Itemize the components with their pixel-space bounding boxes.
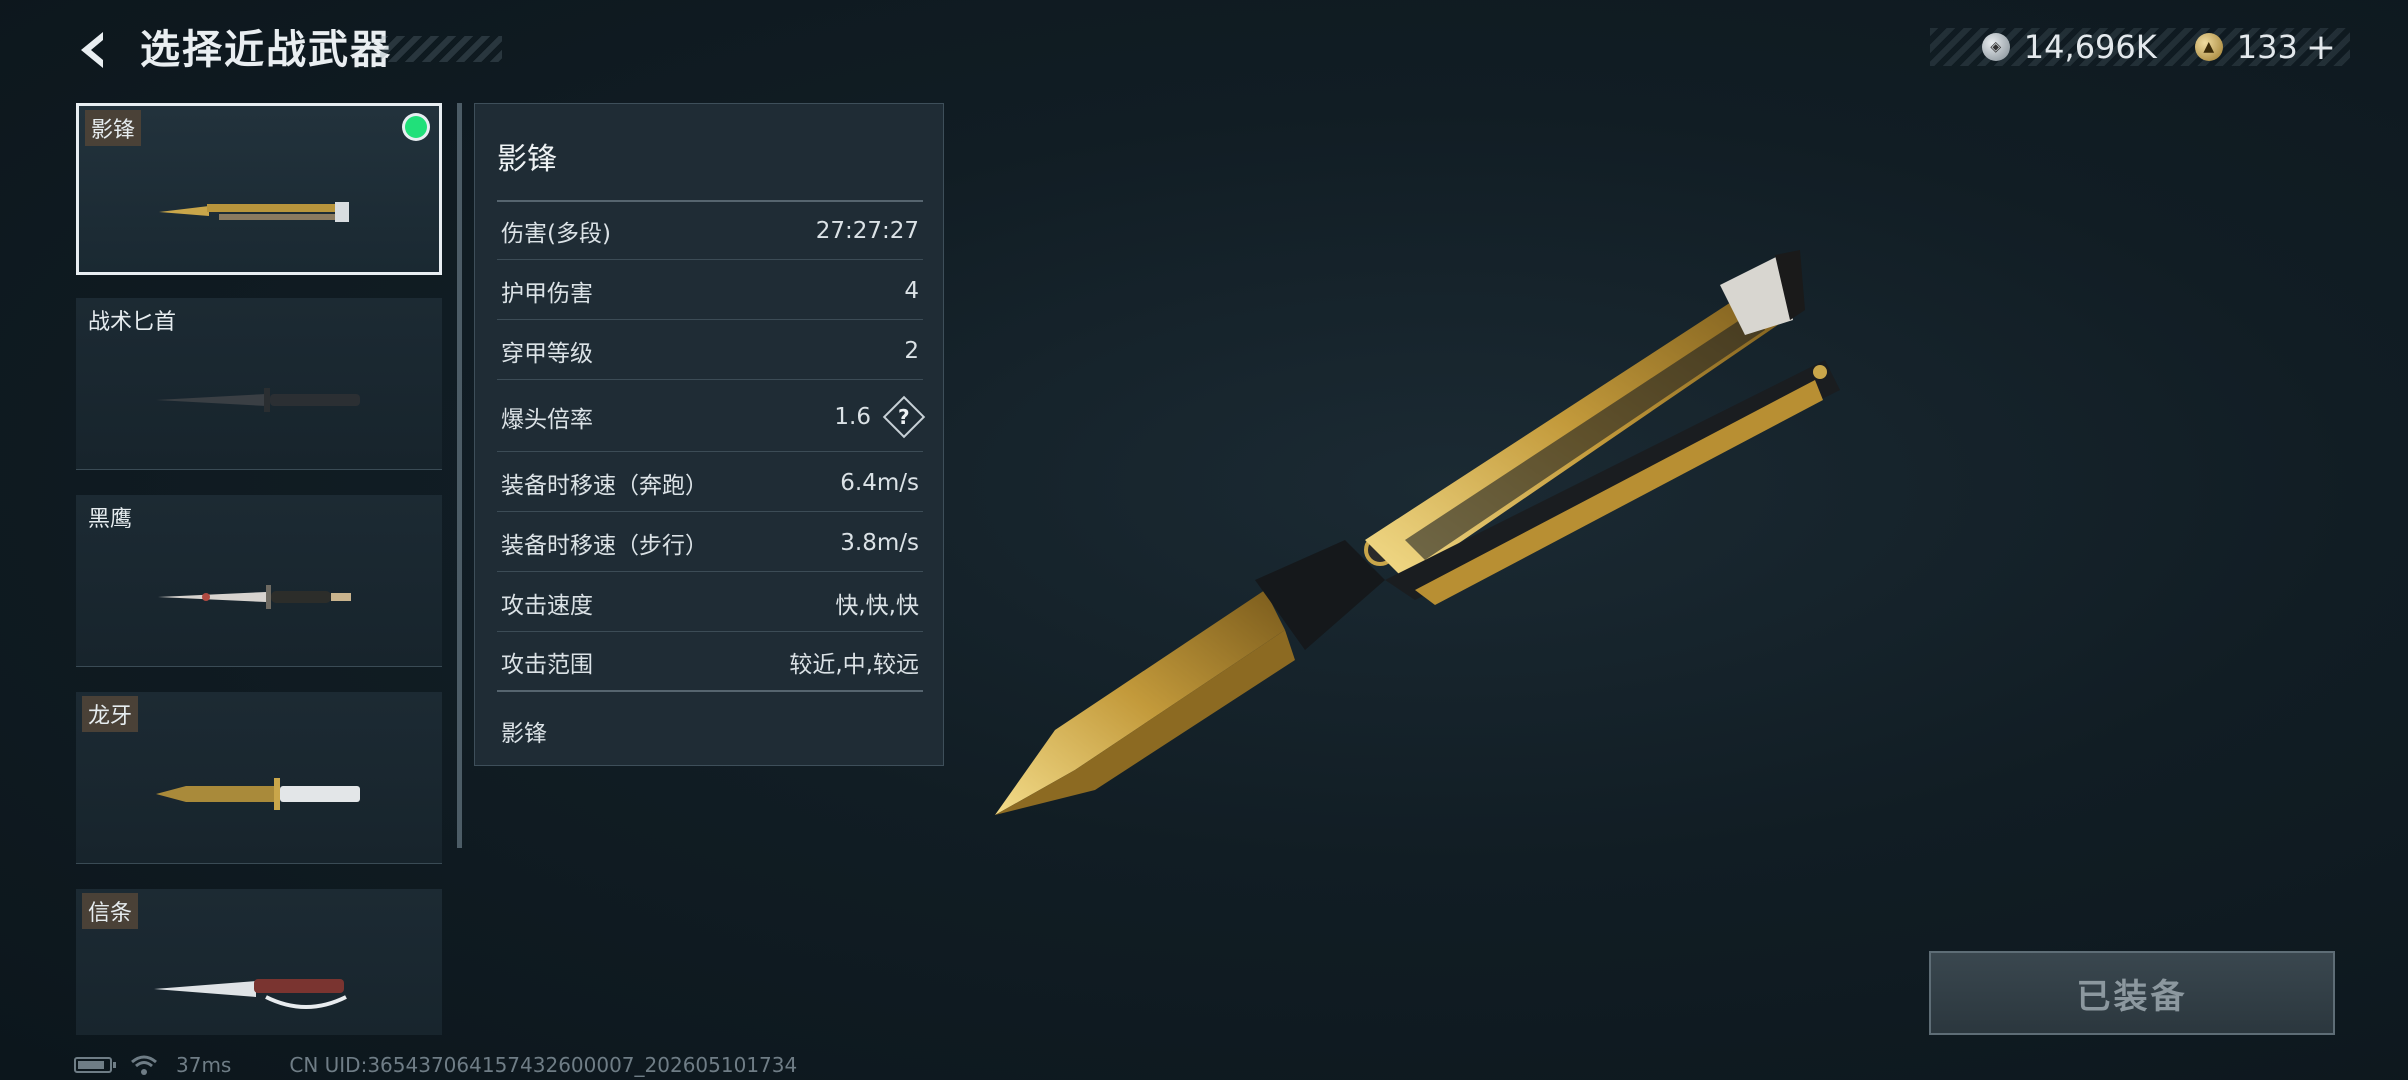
stat-label: 装备时移速（奔跑） <box>501 472 708 499</box>
stats-title: 影锋 <box>497 142 557 177</box>
user-uid: CN UID:365437064157432600007_20260510173… <box>289 1053 798 1077</box>
stat-row-run-speed: 装备时移速（奔跑） 6.4m/s <box>497 454 923 512</box>
stat-row-walk-speed: 装备时移速（步行） 3.8m/s <box>497 514 923 572</box>
help-icon[interactable]: ? <box>882 395 926 438</box>
stat-row-armor-damage: 护甲伤害 4 <box>497 262 923 320</box>
stat-label: 爆头倍率 <box>501 406 593 433</box>
black-eagle-knife-icon <box>158 585 351 609</box>
stat-row-attack-speed: 攻击速度 快,快,快 <box>497 574 923 632</box>
weapon-name: 信条 <box>82 893 139 929</box>
ping-value: 37ms <box>176 1053 232 1077</box>
weapon-card-tactical-dagger[interactable]: 战术匕首 <box>76 298 442 470</box>
page-title: 选择近战武器 <box>140 27 392 73</box>
silver-currency-value: 14,696K <box>2023 28 2157 66</box>
weapon-name: 战术匕首 <box>88 310 177 335</box>
stat-label: 穿甲等级 <box>501 340 593 367</box>
status-bar: 37ms CN UID:365437064157432600007_202605… <box>74 1050 797 1080</box>
equipped-indicator-icon <box>405 116 427 138</box>
weapon-name: 黑鹰 <box>88 507 133 532</box>
stat-label: 护甲伤害 <box>501 280 593 307</box>
gold-coin-icon: ▲ <box>2194 33 2223 61</box>
wifi-icon <box>131 1055 157 1075</box>
stat-value: 27:27:27 <box>815 217 919 244</box>
butterfly-knife-icon <box>159 202 349 222</box>
stat-value-group: 1.6 ? <box>834 395 926 438</box>
weapon-name: 龙牙 <box>82 696 139 732</box>
stat-label: 攻击范围 <box>501 652 593 678</box>
battery-icon <box>74 1057 116 1073</box>
tactical-dagger-icon <box>156 388 360 412</box>
weapon-stats-panel: 影锋 伤害(多段) 27:27:27 护甲伤害 4 穿甲等级 2 爆头倍率 1.… <box>474 103 944 766</box>
add-currency-button[interactable]: + <box>2306 27 2336 68</box>
back-arrow-icon <box>81 32 103 68</box>
stat-value: 6.4m/s <box>840 469 919 496</box>
stat-label: 伤害(多段) <box>501 220 611 247</box>
stat-value: 1.6 <box>834 403 871 430</box>
stat-row-attack-range: 攻击范围 较近,中,较远 <box>497 634 923 692</box>
gold-currency-value: 133 <box>2236 28 2298 66</box>
stat-row-damage: 伤害(多段) 27:27:27 <box>497 202 923 260</box>
header-decoration <box>380 36 502 62</box>
weapon-list-scrollbar[interactable] <box>457 103 462 848</box>
stat-label: 攻击速度 <box>501 592 593 619</box>
stat-label: 装备时移速（步行） <box>501 532 708 559</box>
currency-bar: ◈ 14,696K ▲ 133 + <box>1930 27 2350 68</box>
stat-value: 3.8m/s <box>840 529 919 556</box>
back-button[interactable] <box>70 22 120 78</box>
stat-row-headshot: 爆头倍率 1.6 ? <box>497 382 926 452</box>
weapon-card-dragon-fang[interactable]: 龙牙 <box>76 692 442 864</box>
weapon-card-creed[interactable]: 信条 <box>76 889 442 1035</box>
weapon-card-yingfeng[interactable]: 影锋 <box>76 103 442 275</box>
weapon-name: 影锋 <box>85 110 142 146</box>
weapon-list: 影锋 战术匕首 黑鹰 龙牙 信条 <box>76 103 442 1035</box>
stat-value: 较近,中,较远 <box>789 652 919 678</box>
silver-coin-icon: ◈ <box>1981 33 2010 61</box>
stat-value: 快,快,快 <box>835 592 919 619</box>
stat-value: 2 <box>904 337 919 364</box>
butterfly-knife-preview[interactable] <box>985 250 1865 830</box>
stats-footer: 影锋 <box>501 721 547 747</box>
weapon-card-black-eagle[interactable]: 黑鹰 <box>76 495 442 667</box>
stat-row-penetration: 穿甲等级 2 <box>497 322 923 380</box>
dragon-fang-knife-icon <box>156 778 360 810</box>
creed-knife-icon <box>154 979 347 1009</box>
equipped-button[interactable]: 已装备 <box>1929 951 2335 1035</box>
stat-value: 4 <box>904 277 919 304</box>
